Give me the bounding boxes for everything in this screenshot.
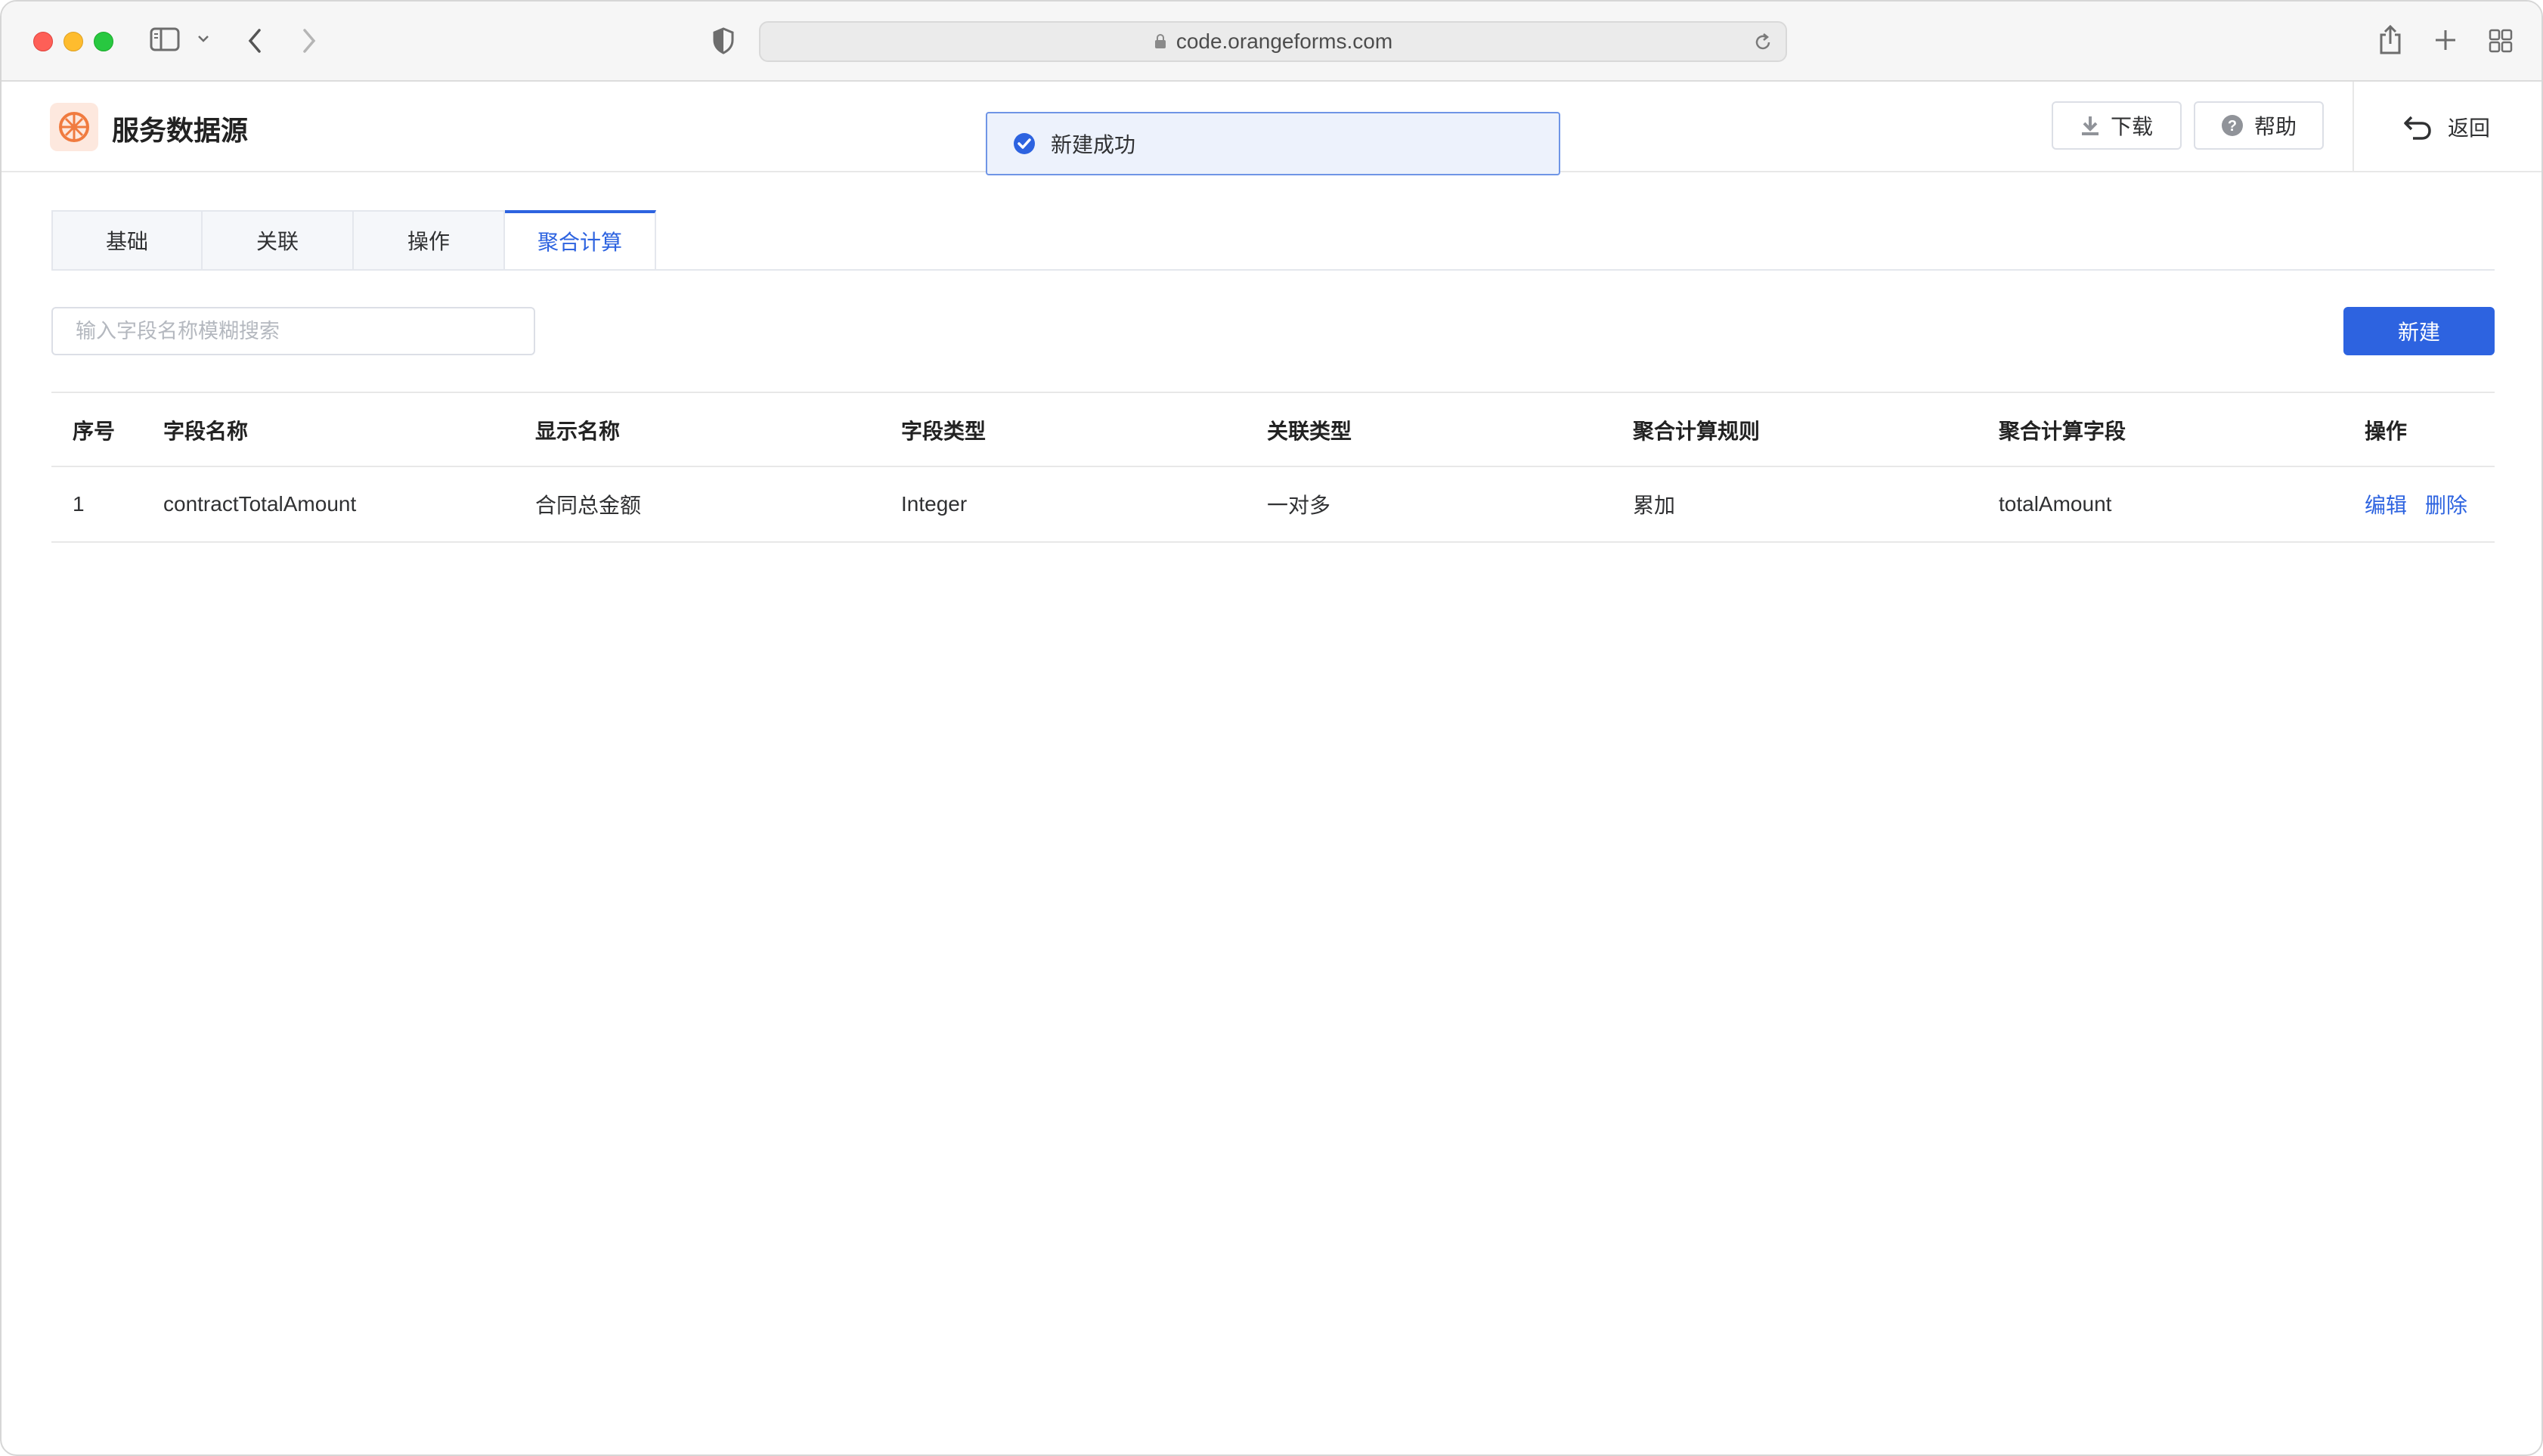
tab-overview-icon[interactable]	[2489, 29, 2513, 53]
browser-toolbar: code.orangeforms.com	[2, 2, 2541, 82]
table-header: 序号 字段名称 显示名称 字段类型 关联类型 聚合计算规则 聚合计算字段 操作	[51, 392, 2495, 467]
zoom-window-button[interactable]	[94, 32, 113, 51]
tab-aggregation[interactable]: 聚合计算	[505, 210, 656, 271]
column-header: 序号	[73, 420, 116, 443]
new-button[interactable]: 新建	[2343, 307, 2495, 355]
svg-text:?: ?	[2228, 118, 2237, 135]
undo-arrow-icon	[2404, 116, 2431, 140]
minimize-window-button[interactable]	[63, 32, 83, 51]
back-label: 返回	[2448, 116, 2491, 140]
privacy-shield-icon[interactable]	[712, 27, 735, 54]
aggregation-table: 序号 字段名称 显示名称 字段类型 关联类型 聚合计算规则 聚合计算字段 操作 …	[51, 392, 2495, 543]
success-toast: 新建成功	[986, 112, 1560, 175]
orange-logo-icon	[50, 103, 98, 151]
table-row: 1 contractTotalAmount 合同总金额 Integer 一对多 …	[51, 467, 2495, 543]
tab-relation[interactable]: 关联	[203, 210, 354, 271]
back-button[interactable]: 返回	[2402, 112, 2490, 142]
row-actions: 编辑 删除	[2365, 467, 2486, 541]
chevron-down-icon[interactable]	[197, 33, 210, 44]
new-tab-icon[interactable]	[2434, 29, 2457, 51]
browser-window: code.orangeforms.com 服务数据源 下载 ? 帮助 返回 新建…	[0, 0, 2543, 1456]
row-index: 1	[73, 492, 85, 516]
column-header: 操作	[2365, 420, 2408, 443]
row-display-name: 合同总金额	[535, 494, 642, 517]
lock-icon	[1154, 34, 1166, 48]
reload-icon[interactable]	[1752, 32, 1773, 53]
download-button[interactable]: 下载	[2052, 101, 2182, 150]
address-bar[interactable]: code.orangeforms.com	[759, 21, 1787, 62]
toast-message: 新建成功	[1051, 133, 1136, 156]
row-agg-rule: 累加	[1633, 494, 1676, 517]
column-header: 聚合计算字段	[1999, 420, 2126, 443]
url-text: code.orangeforms.com	[1175, 29, 1393, 53]
column-header: 显示名称	[535, 420, 621, 443]
back-arrow-icon[interactable]	[246, 27, 263, 54]
help-label: 帮助	[2253, 115, 2297, 138]
column-header: 字段名称	[163, 420, 249, 443]
delete-link[interactable]: 删除	[2425, 489, 2467, 519]
column-header: 字段类型	[901, 420, 987, 443]
question-icon: ?	[2221, 115, 2243, 136]
row-field-name: contractTotalAmount	[163, 492, 357, 516]
check-circle-icon	[1014, 133, 1035, 154]
download-icon	[2081, 116, 2099, 135]
tab-divider	[51, 269, 2495, 271]
download-label: 下载	[2110, 115, 2153, 138]
tab-bar: 基础 关联 操作 聚合计算	[51, 210, 656, 271]
share-icon[interactable]	[2378, 24, 2402, 56]
row-agg-field: totalAmount	[1999, 492, 2112, 516]
header-divider	[2353, 82, 2354, 171]
page-title: 服务数据源	[112, 115, 249, 146]
field-search-input[interactable]	[51, 307, 535, 355]
column-header: 聚合计算规则	[1633, 420, 1761, 443]
row-field-type: Integer	[901, 492, 968, 516]
sidebar-toggle-icon[interactable]	[150, 27, 180, 51]
help-button[interactable]: ? 帮助	[2194, 101, 2324, 150]
close-window-button[interactable]	[33, 32, 53, 51]
tab-operation[interactable]: 操作	[354, 210, 505, 271]
row-relation-type: 一对多	[1267, 494, 1331, 517]
forward-arrow-icon[interactable]	[301, 27, 317, 54]
tab-basic[interactable]: 基础	[51, 210, 203, 271]
edit-link[interactable]: 编辑	[2365, 489, 2407, 519]
column-header: 关联类型	[1267, 420, 1352, 443]
